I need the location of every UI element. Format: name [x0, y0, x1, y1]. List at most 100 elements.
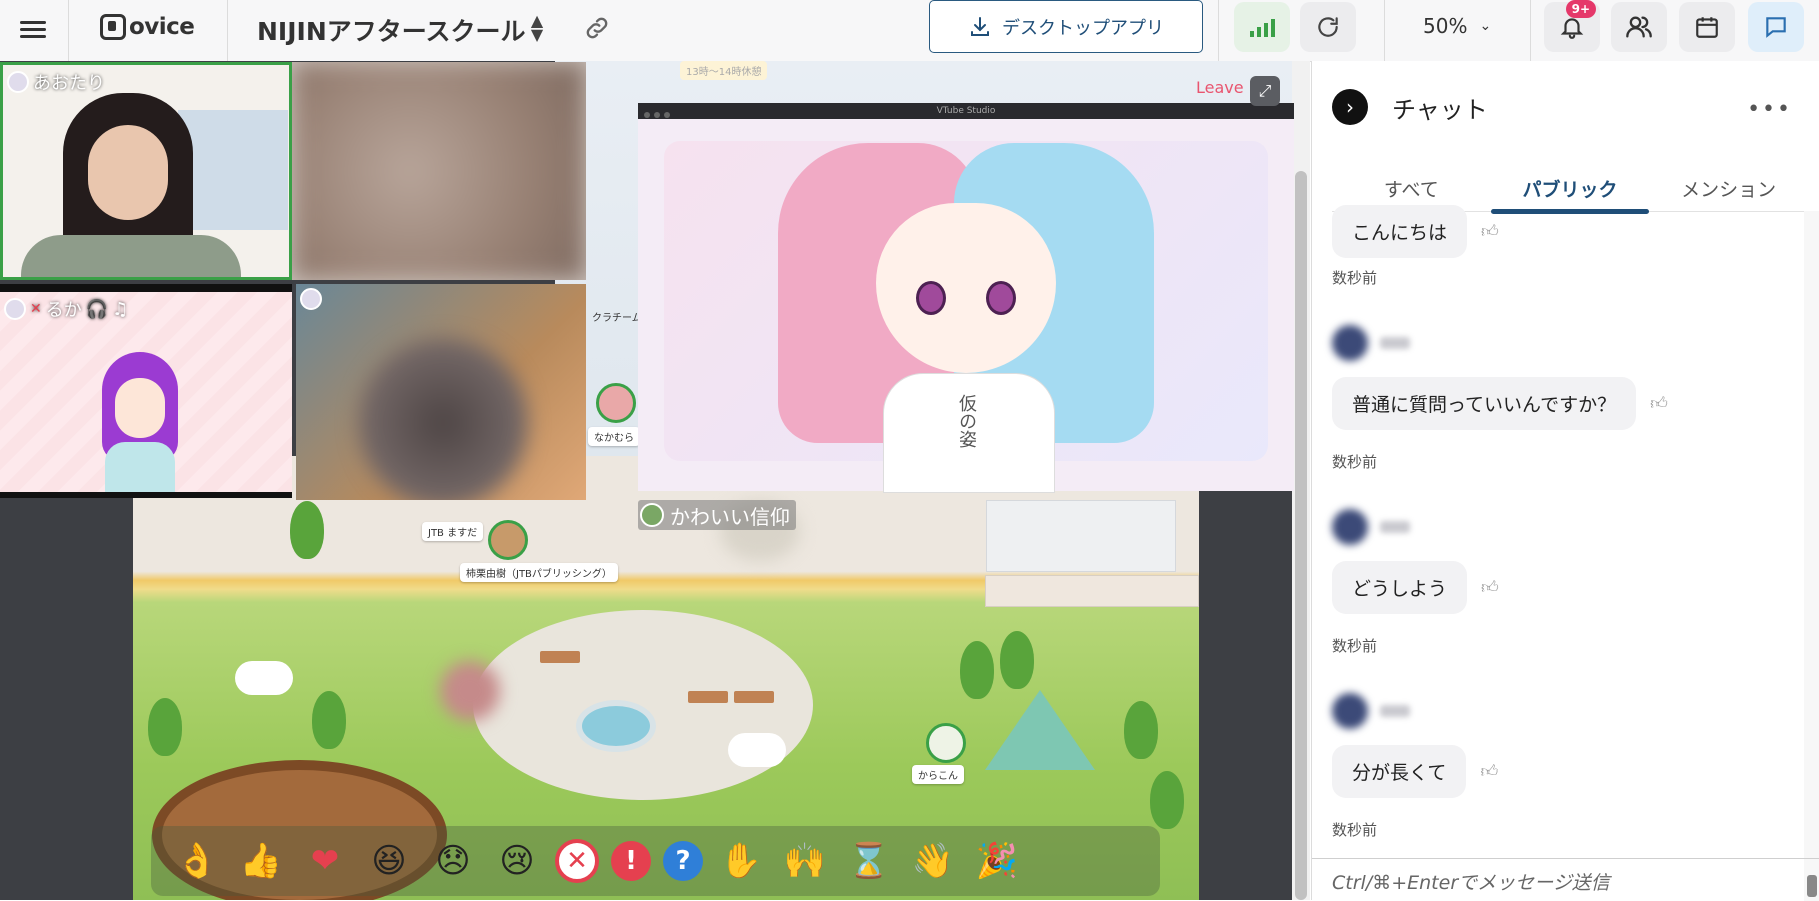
celebrate-hands-reaction-icon[interactable]: 🙌 — [779, 835, 831, 887]
video-tile-blurred[interactable] — [296, 284, 586, 500]
canvas-scrollbar[interactable] — [1292, 61, 1310, 900]
vtube-speaker-label: かわいい信仰 — [638, 500, 796, 530]
tile-name: あおたり — [33, 73, 105, 94]
notifications-button[interactable]: 9+ — [1544, 0, 1600, 52]
tab-mentions[interactable]: メンション — [1649, 169, 1808, 211]
cry-reaction-icon[interactable]: 😢 — [491, 835, 543, 887]
divider — [1530, 0, 1531, 61]
chat-toggle-button[interactable] — [1748, 2, 1804, 52]
signal-button[interactable] — [1234, 2, 1290, 52]
more-options-icon[interactable]: ••• — [1747, 97, 1792, 122]
vtube-window-bar: VTube Studio — [638, 103, 1294, 119]
room-title[interactable]: NIJINアフタースクール — [257, 12, 526, 48]
tile-label: ✕ るか 🎧 ♫ — [4, 296, 128, 322]
question-reaction-icon[interactable]: ? — [663, 841, 703, 881]
zoom-selector[interactable]: 50% ⌄ — [1423, 14, 1491, 38]
message: 普通に質問っていいんですか？ 👍︎ — [1332, 377, 1672, 430]
raise-hand-reaction-icon[interactable]: ✋ — [715, 835, 767, 887]
room-switch-chevron-icon[interactable]: ▲ ▼ — [528, 13, 546, 43]
thumbs-up-reaction-icon[interactable]: 👍 — [235, 835, 287, 887]
vtube-window-title: VTube Studio — [936, 106, 996, 116]
video-tile-avatar[interactable]: ✕ るか 🎧 ♫ — [0, 284, 292, 498]
thumbs-up-icon[interactable]: 👍︎ — [1650, 393, 1672, 415]
exclamation-reaction-icon[interactable]: ! — [611, 841, 651, 881]
mic-muted-icon: ✕ — [30, 301, 42, 317]
thumbs-up-icon[interactable]: 👍︎ — [1481, 221, 1503, 243]
music-icon: ♫ — [112, 298, 129, 320]
map-avatar[interactable] — [596, 383, 636, 423]
map-name-tag: なかむら — [588, 427, 640, 446]
message-bubble[interactable]: どうしよう — [1332, 561, 1468, 614]
map-avatar[interactable] — [926, 723, 966, 763]
map-pier — [985, 575, 1199, 607]
message-list[interactable]: こんにちは 👍︎ 数秒前 普通に質問っていいんですか？ 👍︎ 数秒前 どうしよう… — [1332, 205, 1802, 901]
sad-reaction-icon[interactable]: 😞 — [427, 835, 479, 887]
video-tile-active-speaker[interactable]: あおたり — [0, 62, 292, 280]
blurred-face — [358, 338, 528, 500]
signal-icon — [1248, 18, 1276, 37]
divider — [1384, 0, 1385, 61]
map-tree — [1124, 701, 1158, 759]
chevron-right-icon[interactable]: › — [1332, 89, 1368, 125]
video-tile-blurred[interactable] — [292, 62, 586, 280]
leave-button[interactable]: Leave — [1196, 78, 1244, 97]
tab-public[interactable]: パブリック — [1490, 169, 1650, 214]
divider — [68, 0, 69, 61]
chat-scrollbar[interactable] — [1804, 211, 1819, 901]
avatar — [4, 298, 26, 320]
ovice-logo[interactable]: ovice — [100, 12, 195, 42]
map-tree — [1000, 631, 1034, 689]
map-name-tag: JTB ますだ — [422, 522, 484, 541]
link-icon[interactable] — [583, 14, 611, 42]
map-avatar[interactable] — [488, 520, 528, 560]
message-time: 数秒前 — [1332, 821, 1378, 839]
map-cloud — [728, 733, 786, 767]
message: こんにちは 👍︎ — [1332, 205, 1503, 258]
window-controls-icon — [644, 108, 674, 124]
hourglass-reaction-icon[interactable]: ⌛ — [843, 835, 895, 887]
ok-hand-reaction-icon[interactable]: 👌 — [171, 835, 223, 887]
desktop-app-button[interactable]: デスクトップアプリ — [929, 0, 1203, 53]
map-plaza — [473, 610, 813, 800]
refresh-button[interactable] — [1300, 2, 1356, 52]
heart-reaction-icon[interactable]: ❤ — [299, 835, 351, 887]
sender-name — [1380, 337, 1410, 349]
vtuber-eye — [916, 281, 946, 315]
thumbs-up-icon[interactable]: 👍︎ — [1481, 577, 1503, 599]
message-bubble[interactable]: こんにちは — [1332, 205, 1468, 258]
vtuber-shirt: 仮の姿 — [883, 373, 1055, 493]
message-time: 数秒前 — [1332, 637, 1378, 655]
wave-reaction-icon[interactable]: 👋 — [907, 835, 959, 887]
canvas-scrollbar-thumb[interactable] — [1295, 171, 1307, 900]
calendar-button[interactable] — [1679, 2, 1735, 52]
download-icon — [971, 16, 989, 36]
map-name-tag: からこん — [912, 765, 964, 784]
map-tree — [1150, 771, 1184, 829]
chat-header: › チャット — [1332, 89, 1488, 125]
expand-icon[interactable]: ⤢ — [1250, 76, 1280, 106]
sender — [1332, 693, 1410, 729]
message-input[interactable] — [1330, 871, 1794, 895]
avatar — [1332, 693, 1368, 729]
vtube-screen-share[interactable]: VTube Studio 仮の姿 — [638, 103, 1294, 493]
message-bubble[interactable]: 普通に質問っていいんですか？ — [1332, 377, 1637, 430]
map-bench — [540, 651, 580, 663]
cross-reaction-icon[interactable]: ✕ — [555, 839, 599, 883]
tile-label — [300, 288, 322, 310]
avatar-face — [115, 378, 165, 438]
laugh-reaction-icon[interactable]: 😆 — [363, 835, 415, 887]
map-bench — [734, 691, 774, 703]
participant-face — [88, 125, 168, 220]
notification-badge: 9+ — [1565, 0, 1596, 18]
ovice-logo-icon — [100, 14, 126, 40]
message-bubble[interactable]: 分が長くて — [1332, 745, 1467, 798]
message-time: 数秒前 — [1332, 269, 1378, 287]
message-composer — [1312, 858, 1819, 901]
hamburger-icon[interactable] — [20, 17, 46, 43]
thumbs-up-icon[interactable]: 👍︎ — [1480, 761, 1502, 783]
logo-text: ovice — [129, 14, 195, 40]
tile-name: るか — [45, 300, 82, 321]
party-reaction-icon[interactable]: 🎉 — [971, 835, 1023, 887]
members-button[interactable] — [1611, 2, 1667, 52]
divider — [1218, 0, 1219, 61]
